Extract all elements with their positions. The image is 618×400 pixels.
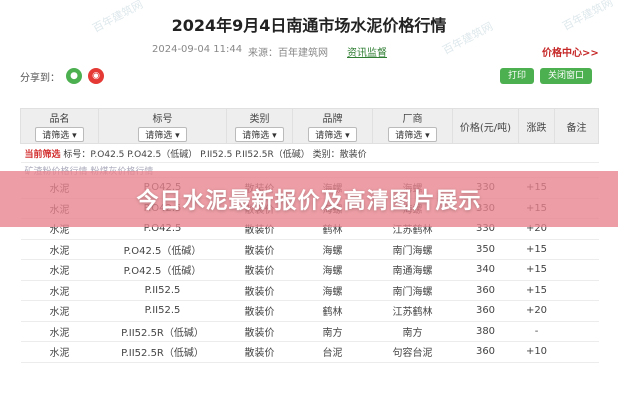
cell-brand: 海螺 bbox=[292, 280, 373, 301]
filter-select[interactable]: 请筛选 ▾ bbox=[138, 127, 187, 142]
current-filter-row: 当前筛选 标号：P.O42.5 P.O42.5（低碱） P.II52.5 P.I… bbox=[20, 143, 599, 163]
cell-brand: 南方 bbox=[292, 321, 373, 342]
cell-category: 散装价 bbox=[226, 321, 293, 342]
cell-note bbox=[554, 341, 599, 363]
cell-vendor: 南通海螺 bbox=[372, 259, 453, 281]
table-row: 水泥 P.O42.5（低碱） 散装价 海螺 南门海螺 350 +15 bbox=[20, 239, 599, 260]
table-header-row: 品名 请筛选 ▾ 标号 请筛选 ▾ 类别 请筛选 ▾ 品牌 请筛选 ▾ 厂商 请筛选 ▾ … bbox=[20, 108, 599, 144]
current-filter-label: 当前筛选 bbox=[24, 149, 61, 160]
overlay-banner: 今日水泥最新报价及高清图片展示 bbox=[0, 171, 618, 227]
cell-change: - bbox=[518, 321, 555, 342]
share-label: 分享到： bbox=[20, 72, 60, 84]
cell-name: 水泥 bbox=[20, 259, 99, 281]
news-supervision-link[interactable]: 资讯监督 bbox=[347, 44, 387, 59]
cell-note bbox=[554, 280, 599, 301]
weibo-icon[interactable]: ◉ bbox=[88, 68, 104, 84]
col-header-price: 价格(元/吨) bbox=[452, 108, 519, 144]
table-row: 水泥 P.II52.5 散装价 海螺 南门海螺 360 +15 bbox=[20, 280, 599, 301]
cell-change: +20 bbox=[518, 300, 555, 322]
cell-note bbox=[554, 239, 599, 260]
cell-grade: P.II52.5R（低碱） bbox=[98, 341, 227, 363]
close-window-button[interactable]: 关闭窗口 bbox=[539, 68, 592, 84]
col-header-vendor: 厂商 请筛选 ▾ bbox=[372, 108, 453, 144]
cell-grade: P.II52.5 bbox=[98, 280, 227, 301]
cell-vendor: 江苏鹤林 bbox=[372, 300, 453, 322]
table-row: 水泥 P.II52.5R（低碱） 散装价 台泥 句容台泥 360 +10 bbox=[20, 341, 599, 363]
cell-price: 360 bbox=[452, 300, 519, 322]
filter-select[interactable]: 请筛选 ▾ bbox=[35, 127, 84, 142]
action-buttons: 打印 关闭窗口 bbox=[499, 68, 592, 84]
cell-category: 散装价 bbox=[226, 300, 293, 322]
cell-category: 散装价 bbox=[226, 239, 293, 260]
cell-category: 散装价 bbox=[226, 280, 293, 301]
page-title: 2024年9月4日南通市场水泥价格行情 bbox=[171, 16, 447, 35]
cell-name: 水泥 bbox=[20, 321, 99, 342]
cell-category: 散装价 bbox=[226, 341, 293, 363]
cell-change: +15 bbox=[518, 239, 555, 260]
col-header-grade: 标号 请筛选 ▾ bbox=[98, 108, 227, 144]
cell-name: 水泥 bbox=[20, 300, 99, 322]
cell-name: 水泥 bbox=[20, 239, 99, 260]
price-table: 品名 请筛选 ▾ 标号 请筛选 ▾ 类别 请筛选 ▾ 品牌 请筛选 ▾ 厂商 请筛选 ▾ … bbox=[20, 108, 599, 363]
filter-category: 类别：散装价 bbox=[312, 149, 367, 160]
cell-brand: 海螺 bbox=[292, 239, 373, 260]
cell-category: 散装价 bbox=[226, 259, 293, 281]
table-row: 水泥 P.II52.5 散装价 鹤林 江苏鹤林 360 +20 bbox=[20, 300, 599, 322]
cell-name: 水泥 bbox=[20, 280, 99, 301]
cell-change: +15 bbox=[518, 259, 555, 281]
cell-vendor: 南方 bbox=[372, 321, 453, 342]
filter-select[interactable]: 请筛选 ▾ bbox=[388, 127, 437, 142]
cell-price: 380 bbox=[452, 321, 519, 342]
cell-note bbox=[554, 259, 599, 281]
wechat-icon[interactable]: ● bbox=[66, 68, 82, 84]
cell-vendor: 南门海螺 bbox=[372, 280, 453, 301]
share-bar: 分享到： ● ◉ bbox=[20, 68, 104, 84]
filter-grade: 标号：P.O42.5 P.O42.5（低碱） P.II52.5 P.II52.5… bbox=[63, 149, 310, 160]
cell-name: 水泥 bbox=[20, 341, 99, 363]
cell-vendor: 南门海螺 bbox=[372, 239, 453, 260]
cell-grade: P.II52.5 bbox=[98, 300, 227, 322]
table-row: 水泥 P.O42.5（低碱） 散装价 海螺 南通海螺 340 +15 bbox=[20, 259, 599, 281]
col-header-brand: 品牌 请筛选 ▾ bbox=[292, 108, 373, 144]
cell-change: +15 bbox=[518, 280, 555, 301]
cell-price: 360 bbox=[452, 341, 519, 363]
filter-select[interactable]: 请筛选 ▾ bbox=[308, 127, 357, 142]
cell-grade: P.O42.5（低碱） bbox=[98, 239, 227, 260]
cell-price: 350 bbox=[452, 239, 519, 260]
col-header-note: 备注 bbox=[554, 108, 599, 144]
cell-grade: P.O42.5（低碱） bbox=[98, 259, 227, 281]
cell-grade: P.II52.5R（低碱） bbox=[98, 321, 227, 342]
source-label: 来源：百年建筑网 bbox=[248, 48, 328, 59]
col-header-category: 类别 请筛选 ▾ bbox=[226, 108, 293, 144]
cell-brand: 鹤林 bbox=[292, 300, 373, 322]
print-button[interactable]: 打印 bbox=[499, 68, 534, 84]
filter-select[interactable]: 请筛选 ▾ bbox=[235, 127, 284, 142]
cell-brand: 海螺 bbox=[292, 259, 373, 281]
col-header-change: 涨跌 bbox=[518, 108, 555, 144]
price-center-link[interactable]: 价格中心>> bbox=[542, 44, 599, 59]
cell-note bbox=[554, 300, 599, 322]
table-row: 水泥 P.II52.5R（低碱） 散装价 南方 南方 380- bbox=[20, 321, 599, 342]
publish-date: 2024-09-04 11:44 bbox=[152, 44, 243, 55]
cell-note bbox=[554, 321, 599, 342]
col-header-name: 品名 请筛选 ▾ bbox=[20, 108, 99, 144]
cell-change: +10 bbox=[518, 341, 555, 363]
cell-brand: 台泥 bbox=[292, 341, 373, 363]
cell-vendor: 句容台泥 bbox=[372, 341, 453, 363]
cell-price: 360 bbox=[452, 280, 519, 301]
banner-text: 今日水泥最新报价及高清图片展示 bbox=[136, 189, 482, 214]
cell-price: 340 bbox=[452, 259, 519, 281]
